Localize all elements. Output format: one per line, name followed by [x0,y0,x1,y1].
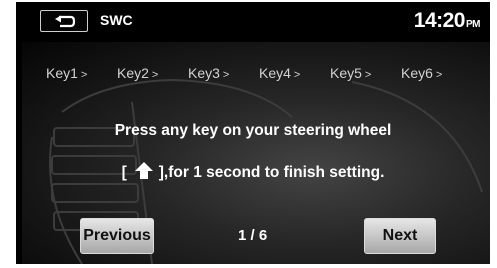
key-step-5: Key5 > [330,65,401,81]
key-progress-list: Key1 > Key2 > Key3 > Key4 > Key5 > Key6 > [46,65,486,81]
instruction-line-2-text: ],for 1 second to finish setting. [158,164,385,181]
key-label: Key5 [330,65,362,81]
page-indicator: 1 / 6 [238,227,268,244]
home-icon [134,162,153,184]
app-title: SWC [100,12,133,28]
previous-button[interactable]: Previous [80,218,154,254]
clock-ampm: PM [466,19,481,30]
key-label: Key2 [117,65,149,81]
key-step-1: Key1 > [46,65,117,81]
chevron-right-icon: > [151,69,159,81]
clock: 14:20PM [413,9,481,33]
key-label: Key1 [46,65,78,81]
instruction-line-2: [ ],for 1 second to finish setting. [16,162,490,184]
key-label: Key3 [188,65,220,81]
top-bar: SWC 14:20PM [16,2,490,42]
key-step-2: Key2 > [117,65,188,81]
back-button[interactable] [40,10,88,32]
back-arrow-icon [55,15,76,28]
key-step-4: Key4 > [259,65,330,81]
clock-time: 14:20 [413,9,466,32]
chevron-right-icon: > [435,69,443,81]
chevron-right-icon: > [222,69,230,81]
key-label: Key4 [259,65,291,81]
next-button[interactable]: Next [364,218,436,254]
chevron-right-icon: > [364,69,372,81]
key-step-3: Key3 > [188,65,259,81]
key-step-6: Key6 > [401,65,472,81]
bracket-open: [ [121,164,127,181]
chevron-right-icon: > [80,69,88,81]
swc-screen: SWC 14:20PM Key1 > Key2 > Key3 > Key4 > Key5… [16,2,490,264]
key-label: Key6 [401,65,433,81]
instruction-line-1: Press any key on your steering wheel [114,122,392,139]
chevron-right-icon: > [293,69,301,81]
